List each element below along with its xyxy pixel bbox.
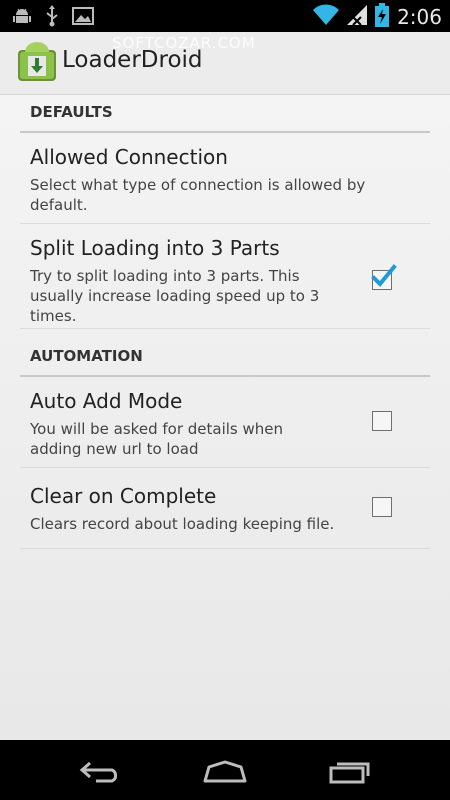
- pref-split-loading-title: Split Loading into 3 Parts: [30, 236, 280, 260]
- pref-allowed-connection-title: Allowed Connection: [30, 145, 228, 169]
- home-icon: [203, 760, 247, 783]
- category-automation-label: AUTOMATION: [30, 347, 143, 365]
- app-title: LoaderDroid: [62, 47, 203, 73]
- battery-charging-icon: [375, 3, 390, 31]
- pref-allowed-connection-summary: Select what type of connection is allowe…: [30, 176, 366, 214]
- pref-clear-on-complete-title: Clear on Complete: [30, 484, 217, 508]
- home-button[interactable]: [195, 754, 255, 788]
- navigation-bar: [0, 740, 450, 800]
- recent-apps-icon: [329, 762, 370, 784]
- auto-add-mode-checkbox[interactable]: [372, 411, 392, 431]
- category-defaults: DEFAULTS: [20, 95, 430, 133]
- system-status-icons: 2:06: [313, 3, 442, 31]
- category-automation: AUTOMATION: [20, 339, 430, 377]
- usb-icon: [44, 5, 60, 31]
- signal-icon: [347, 4, 368, 30]
- split-loading-checkbox[interactable]: [371, 264, 397, 290]
- status-clock: 2:06: [397, 5, 442, 29]
- pref-allowed-connection[interactable]: Allowed Connection Select what type of c…: [20, 133, 430, 224]
- pref-auto-add-mode[interactable]: Auto Add Mode You will be asked for deta…: [20, 377, 430, 468]
- pref-clear-on-complete[interactable]: Clear on Complete Clears record about lo…: [20, 468, 430, 549]
- android-debug-icon: [12, 6, 32, 30]
- settings-list: DEFAULTS Allowed Connection Select what …: [0, 95, 450, 740]
- pref-split-loading-summary: Try to split loading into 3 parts. This …: [30, 267, 320, 325]
- notification-icons: [12, 5, 94, 31]
- clear-on-complete-checkbox[interactable]: [372, 497, 392, 517]
- loaderdroid-app-icon[interactable]: [17, 42, 57, 82]
- pref-auto-add-mode-summary: You will be asked for details when addin…: [30, 420, 284, 458]
- recent-apps-button[interactable]: [320, 754, 380, 788]
- back-button[interactable]: [70, 754, 130, 788]
- action-bar: SOFTCOZAR.COM LoaderDroid: [0, 32, 450, 95]
- pref-auto-add-mode-title: Auto Add Mode: [30, 389, 183, 413]
- back-icon: [79, 761, 118, 783]
- category-defaults-label: DEFAULTS: [30, 103, 113, 121]
- wifi-icon: [313, 4, 340, 30]
- checkmark-icon: [371, 264, 397, 287]
- image-notification-icon: [72, 7, 94, 29]
- pref-split-loading[interactable]: Split Loading into 3 Parts Try to split …: [20, 224, 430, 329]
- pref-clear-on-complete-summary: Clears record about loading keeping file…: [30, 515, 335, 533]
- status-bar: 2:06: [0, 0, 450, 32]
